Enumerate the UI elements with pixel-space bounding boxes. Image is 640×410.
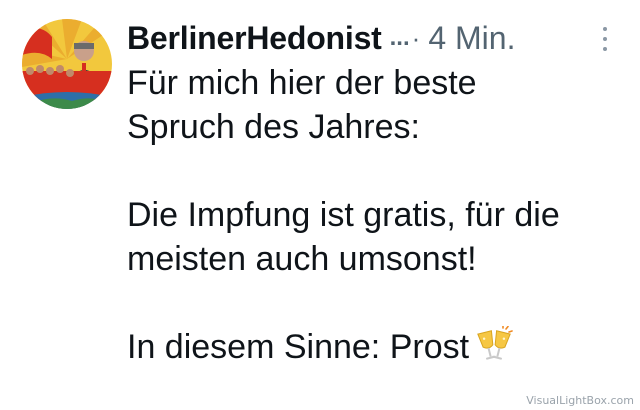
header-separator: ·: [411, 22, 421, 53]
author-truncation: ...: [389, 24, 410, 51]
avatar-image: [22, 19, 112, 109]
author-name[interactable]: BerlinerHedonist: [127, 20, 382, 57]
watermark: VisualLightBox.com: [526, 394, 634, 407]
tweet[interactable]: BerlinerHedonist ... · 4 Min. Für mich h…: [0, 0, 640, 410]
tweet-line-last: In diesem Sinne: Prost: [127, 324, 622, 375]
timestamp[interactable]: 4 Min.: [428, 20, 515, 57]
tweet-line: In diesem Sinne: Prost: [127, 328, 470, 366]
more-vertical-icon[interactable]: [598, 24, 612, 54]
tweet-header: BerlinerHedonist ... · 4 Min.: [127, 18, 515, 58]
avatar[interactable]: [22, 19, 112, 109]
tweet-line: Spruch des Jahres:: [127, 108, 420, 146]
tweet-text: Für mich hier der beste Spruch des Jahre…: [127, 61, 622, 375]
clinking-glasses-icon: [475, 324, 513, 375]
tweet-line: meisten auch umsonst!: [127, 240, 477, 278]
tweet-line: Für mich hier der beste: [127, 64, 477, 102]
tweet-line: Die Impfung ist gratis, für die: [127, 196, 560, 234]
